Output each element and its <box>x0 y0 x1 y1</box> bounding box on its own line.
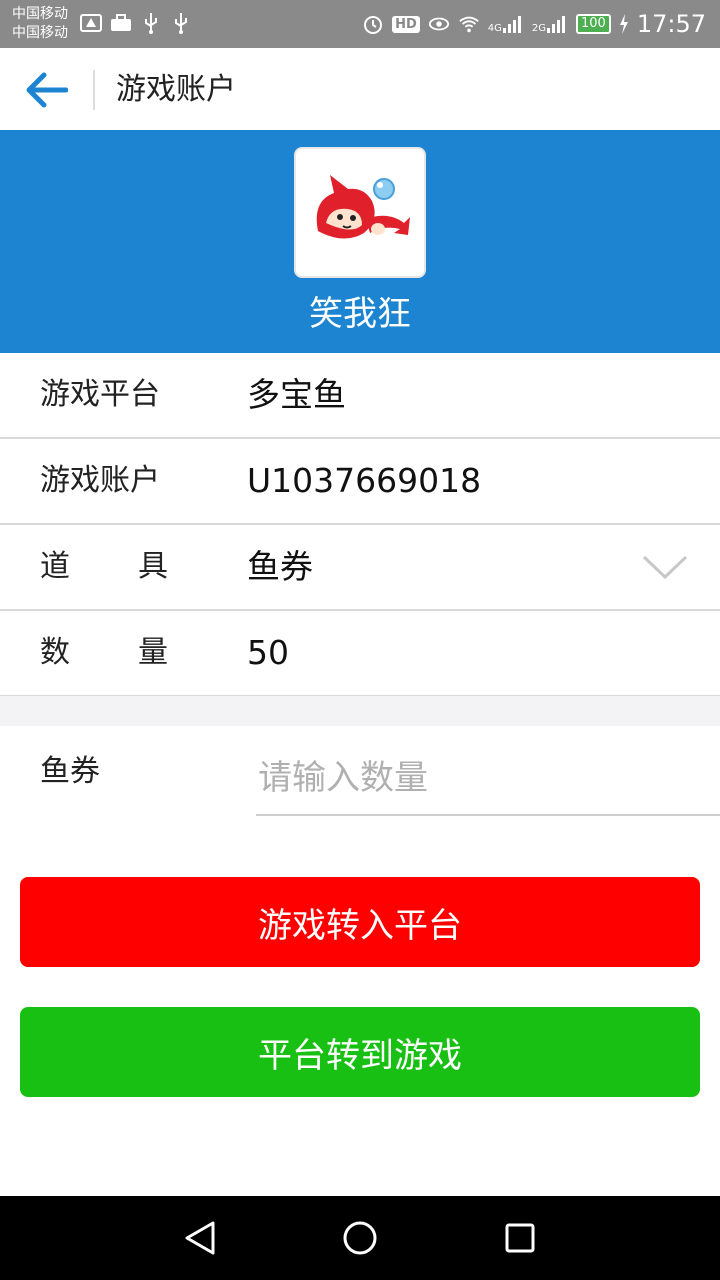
title-divider <box>93 70 95 110</box>
usb-icon <box>170 12 192 34</box>
quantity-label: 数 量 <box>40 633 168 673</box>
transfer-amount-input[interactable] <box>256 742 720 816</box>
wifi-icon <box>458 13 480 35</box>
account-row: 游戏账户 U1037669018 <box>0 439 720 525</box>
game-to-platform-button[interactable]: 游戏转入平台 <box>20 877 700 967</box>
circle-home-icon <box>343 1221 377 1255</box>
platform-label: 游戏平台 <box>40 377 160 412</box>
game-name: 笑我狂 <box>309 294 411 334</box>
chevron-down-icon[interactable] <box>642 553 688 581</box>
huawei-icon <box>80 12 102 34</box>
system-recents-button[interactable] <box>500 1218 540 1258</box>
quantity-row: 数 量 50 <box>0 611 720 697</box>
hd-badge: HD <box>392 15 420 33</box>
platform-value: 多宝鱼 <box>247 375 346 414</box>
system-back-button[interactable] <box>180 1218 220 1258</box>
signal-4g: 4G <box>488 14 524 34</box>
transfer-amount-label: 鱼券 <box>40 754 100 789</box>
quantity-label-char-1: 数 <box>40 635 70 670</box>
system-home-button[interactable] <box>340 1218 380 1258</box>
item-select-row[interactable]: 道 具 鱼券 <box>0 525 720 611</box>
briefcase-icon <box>110 12 132 34</box>
item-label: 道 具 <box>40 547 168 587</box>
game-avatar <box>294 147 426 278</box>
title-bar: 游戏账户 <box>0 48 720 130</box>
game-header: 笑我狂 <box>0 130 720 353</box>
section-divider <box>0 696 720 726</box>
fox-mascot-icon <box>316 174 410 239</box>
quantity-value: 50 <box>247 633 289 672</box>
back-button[interactable] <box>20 64 72 116</box>
item-label-char-1: 道 <box>40 549 70 584</box>
eye-comfort-icon <box>428 13 450 35</box>
network-type-4g: 4G <box>487 23 502 34</box>
item-value: 鱼券 <box>247 547 313 586</box>
charging-icon <box>619 13 629 35</box>
network-type-2g: 2G <box>531 23 546 34</box>
alarm-icon <box>362 13 384 35</box>
account-value: U1037669018 <box>247 461 482 500</box>
system-navigation-bar <box>0 1196 720 1280</box>
signal-bars-icon <box>502 16 521 33</box>
item-label-char-2: 具 <box>138 549 168 584</box>
triangle-back-icon <box>185 1221 215 1255</box>
page-title: 游戏账户 <box>116 72 236 107</box>
arrow-left-icon <box>26 72 68 108</box>
usb-icon <box>140 12 162 34</box>
signal-bars-icon <box>547 16 565 33</box>
account-label: 游戏账户 <box>40 463 160 498</box>
platform-row: 游戏平台 多宝鱼 <box>0 353 720 439</box>
square-recents-icon <box>505 1223 535 1253</box>
status-bar: 中国移动 中国移动 HD 4G 2G 100 17:57 <box>0 0 720 48</box>
notification-icons <box>80 12 192 34</box>
carrier-label-1: 中国移动 <box>12 6 68 22</box>
signal-2g: 2G <box>532 14 568 34</box>
system-icons: HD 4G 2G 100 17:57 <box>362 10 706 38</box>
quantity-label-char-2: 量 <box>138 635 168 670</box>
platform-to-game-button[interactable]: 平台转到游戏 <box>20 1007 700 1097</box>
carrier-info: 中国移动 中国移动 <box>12 5 68 43</box>
carrier-label-2: 中国移动 <box>12 25 68 41</box>
clock: 17:57 <box>636 10 706 38</box>
battery-indicator: 100 <box>576 14 611 34</box>
